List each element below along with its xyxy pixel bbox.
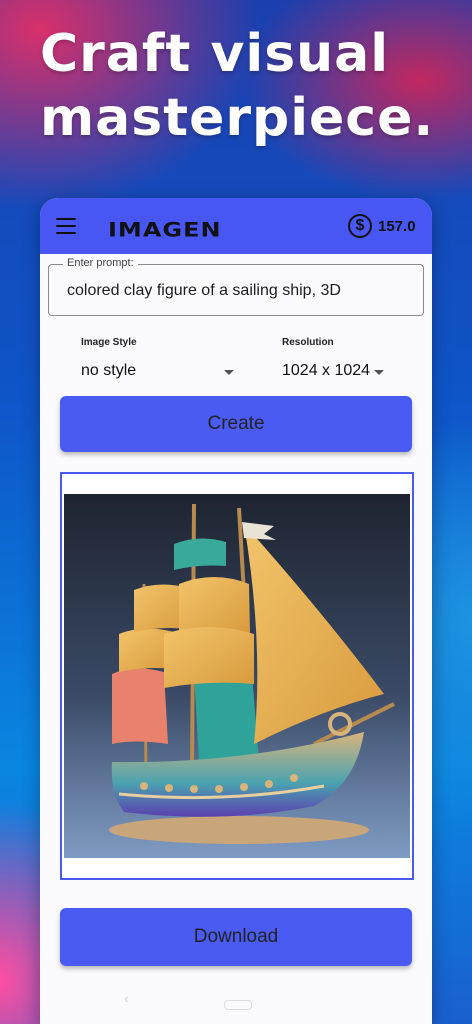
- image-style-dropdown[interactable]: no style: [76, 356, 240, 386]
- app-bar: IMAGEN $ 157.0: [40, 198, 432, 254]
- generated-ship-image[interactable]: [64, 494, 410, 858]
- prompt-input[interactable]: Enter prompt: colored clay figure of a s…: [48, 257, 424, 316]
- system-back-icon[interactable]: ‹: [124, 990, 129, 1006]
- create-button[interactable]: Create: [60, 396, 412, 452]
- download-button[interactable]: Download: [60, 908, 412, 966]
- promo-headline: Craft visual masterpiece.: [40, 24, 435, 148]
- caret-down-icon: [374, 370, 384, 375]
- generated-image-frame: [60, 472, 414, 880]
- app-logo: IMAGEN: [108, 218, 222, 242]
- hamburger-menu-icon[interactable]: [56, 218, 76, 234]
- prompt-text[interactable]: colored clay figure of a sailing ship, 3…: [67, 282, 341, 300]
- caret-down-icon: [224, 370, 234, 375]
- resolution-value: 1024 x 1024: [282, 362, 371, 379]
- image-style-value: no style: [81, 362, 137, 379]
- resolution-dropdown[interactable]: 1024 x 1024: [278, 356, 398, 386]
- credits-balance: 157.0: [378, 218, 416, 235]
- prompt-label: Enter prompt:: [63, 257, 138, 269]
- resolution-label: Resolution: [282, 337, 334, 348]
- system-home-indicator[interactable]: [224, 1000, 252, 1010]
- image-style-label: Image Style: [81, 337, 137, 348]
- dollar-coin-icon: $: [348, 214, 372, 238]
- app-screen: IMAGEN $ 157.0 Enter prompt: colored cla…: [40, 198, 432, 1024]
